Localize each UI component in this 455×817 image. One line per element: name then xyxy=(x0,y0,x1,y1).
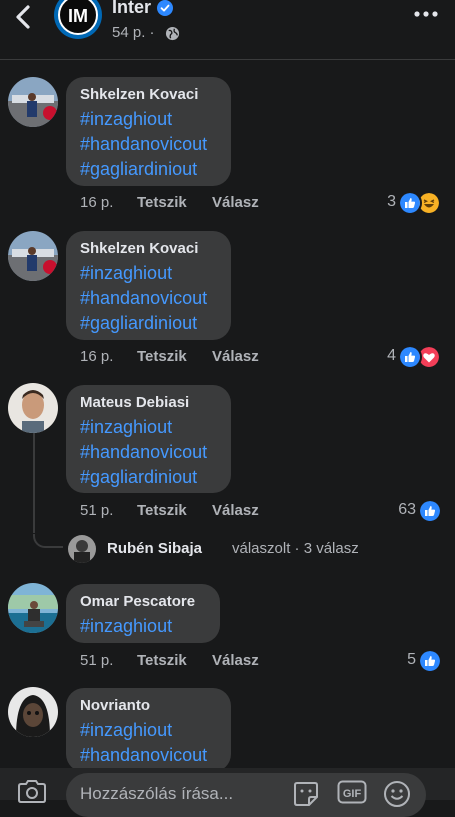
reply-button[interactable]: Válasz xyxy=(212,194,259,211)
like-icon xyxy=(418,499,442,523)
emoji-icon[interactable] xyxy=(383,780,411,808)
avatar[interactable] xyxy=(8,583,58,633)
comment-author[interactable]: Mateus Debiasi xyxy=(80,393,217,413)
hashtag-link[interactable]: #inzaghiout xyxy=(80,415,217,440)
reply-button[interactable]: Válasz xyxy=(212,652,259,669)
reaction-icons[interactable] xyxy=(398,191,444,215)
comment-bubble[interactable]: Mateus Debiasi #inzaghiout #handanovicou… xyxy=(66,385,231,493)
verified-badge-icon xyxy=(157,0,173,16)
avatar[interactable] xyxy=(8,231,58,281)
post-header: IM Inter 54 p. · xyxy=(0,0,455,58)
like-icon xyxy=(398,191,422,215)
comment-bubble[interactable]: Omar Pescatore #inzaghiout xyxy=(66,584,220,643)
comment-input-placeholder: Hozzászólás írása... xyxy=(80,784,234,803)
comment-author[interactable]: Shkelzen Kovaci xyxy=(80,85,217,105)
sticker-icon[interactable] xyxy=(292,780,320,808)
comment-bubble[interactable]: Shkelzen Kovaci #inzaghiout #handanovico… xyxy=(66,77,231,186)
hashtag-link[interactable]: #handanovicout xyxy=(80,440,217,465)
hashtag-link[interactable]: #inzaghiout xyxy=(80,718,217,743)
reply-button[interactable]: Válasz xyxy=(212,502,259,519)
reaction-count[interactable]: 63 xyxy=(380,501,416,519)
comment-bubble[interactable]: Novrianto #inzaghiout #handanovicout xyxy=(66,688,231,772)
reply-count[interactable]: válaszolt · 3 válasz xyxy=(232,540,359,557)
like-button[interactable]: Tetszik xyxy=(137,348,187,365)
thread-connector xyxy=(33,534,63,548)
comment-composer: Hozzászólás írása... GIF xyxy=(0,768,455,817)
hashtag-link[interactable]: #gagliardiniout xyxy=(80,465,217,490)
comment-author[interactable]: Shkelzen Kovaci xyxy=(80,239,217,259)
svg-text:GIF: GIF xyxy=(343,788,362,800)
like-icon xyxy=(418,649,442,673)
comment-time: 16 p. xyxy=(80,194,114,211)
globe-icon xyxy=(165,26,180,41)
comment-time: 51 p. xyxy=(80,502,114,519)
like-icon xyxy=(398,345,422,369)
post-time: 54 p. · xyxy=(112,24,155,41)
hashtag-link[interactable]: #handanovicout xyxy=(80,132,217,157)
like-button[interactable]: Tetszik xyxy=(137,652,187,669)
thread-line xyxy=(33,433,35,533)
hashtag-link[interactable]: #inzaghiout xyxy=(80,614,206,639)
avatar[interactable] xyxy=(8,77,58,127)
like-button[interactable]: Tetszik xyxy=(137,502,187,519)
gif-icon[interactable]: GIF xyxy=(337,780,367,804)
reaction-icons[interactable] xyxy=(398,345,444,369)
svg-text:IM: IM xyxy=(68,6,88,26)
hashtag-link[interactable]: #inzaghiout xyxy=(80,107,217,132)
like-button[interactable]: Tetszik xyxy=(137,194,187,211)
comment-author[interactable]: Novrianto xyxy=(80,696,217,716)
reaction-count[interactable]: 3 xyxy=(372,193,396,211)
reaction-count[interactable]: 4 xyxy=(372,347,396,365)
hashtag-link[interactable]: #handanovicout xyxy=(80,743,217,768)
reply-author[interactable]: Rubén Sibaja xyxy=(107,540,202,557)
camera-icon[interactable] xyxy=(16,778,48,804)
avatar[interactable] xyxy=(8,383,58,433)
more-horizontal-icon[interactable] xyxy=(414,10,438,18)
avatar xyxy=(68,535,96,563)
comment-time: 51 p. xyxy=(80,652,114,669)
comment-author[interactable]: Omar Pescatore xyxy=(80,592,206,612)
hashtag-link[interactable]: #gagliardiniout xyxy=(80,157,217,182)
comment-time: 16 p. xyxy=(80,348,114,365)
avatar[interactable] xyxy=(8,687,58,737)
page-title[interactable]: Inter xyxy=(112,0,151,18)
reaction-icons[interactable] xyxy=(418,499,442,523)
hashtag-link[interactable]: #inzaghiout xyxy=(80,261,217,286)
inter-logo[interactable]: IM xyxy=(53,0,103,40)
header-divider xyxy=(0,59,455,60)
reaction-count[interactable]: 5 xyxy=(392,651,416,669)
comment-bubble[interactable]: Shkelzen Kovaci #inzaghiout #handanovico… xyxy=(66,231,231,340)
reply-button[interactable]: Válasz xyxy=(212,348,259,365)
hashtag-link[interactable]: #handanovicout xyxy=(80,286,217,311)
chevron-left-icon[interactable] xyxy=(12,4,34,30)
reaction-icons[interactable] xyxy=(418,649,442,673)
hashtag-link[interactable]: #gagliardiniout xyxy=(80,311,217,336)
